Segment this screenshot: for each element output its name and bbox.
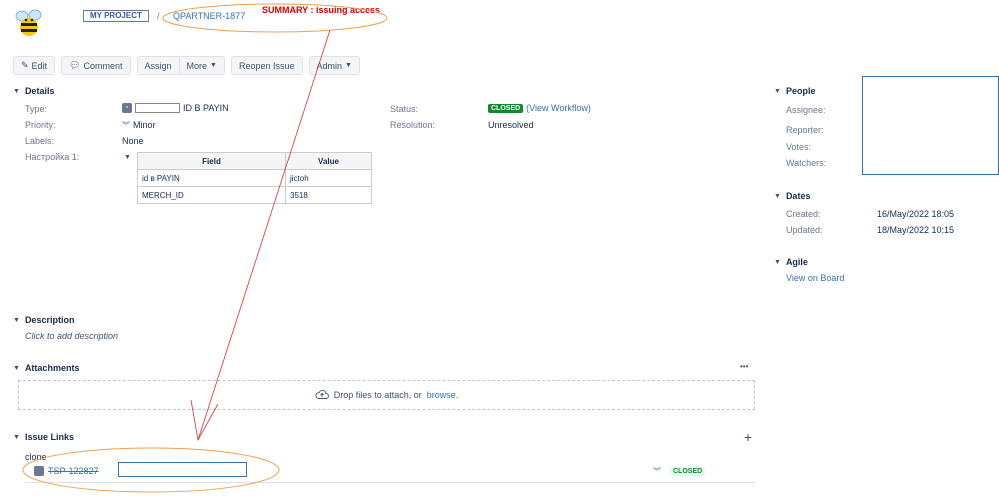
priority-value[interactable]: ︾ Minor <box>122 120 156 131</box>
updated-label: Updated: <box>786 225 823 235</box>
chevron-down-icon: ▼ <box>210 62 217 69</box>
chevron-down-icon: ▼ <box>774 258 781 266</box>
project-logo-icon[interactable] <box>14 8 44 38</box>
issue-key-link[interactable]: QPARTNER-1877 <box>173 11 245 21</box>
custom-field-table: Field Value id в PAYIN jictoh MERCH_ID 3… <box>137 152 372 204</box>
chevron-down-icon: ▼ <box>345 62 352 69</box>
project-breadcrumb-link[interactable]: MY PROJECT <box>83 10 149 22</box>
chevron-down-icon: ▼ <box>774 192 781 200</box>
reporter-label: Reporter: <box>786 125 824 135</box>
status-value: CLOSED (View Workflow) <box>488 103 591 113</box>
redacted-box <box>135 103 180 113</box>
custom-field-label: Настройка 1: <box>25 152 80 162</box>
priority-label: Priority: <box>25 120 56 130</box>
summary-annotation: SUMMARY : issuing access <box>262 5 381 15</box>
annotation-arrow-line <box>197 29 331 441</box>
comment-button[interactable]: 💬︎ Comment <box>61 56 131 75</box>
resolution-label: Resolution: <box>390 120 436 130</box>
attachments-more-icon[interactable]: ••• <box>740 362 748 371</box>
description-placeholder[interactable]: Click to add description <box>25 331 118 341</box>
watchers-label: Watchers: <box>786 158 827 168</box>
linked-issue-key[interactable]: TSP-122827 <box>48 466 99 476</box>
type-value[interactable]: ▫ ID B PAYIN <box>122 103 229 113</box>
people-section-toggle[interactable]: ▼ People <box>774 86 815 96</box>
dates-section-toggle[interactable]: ▼ Dates <box>774 191 810 201</box>
table-cell: MERCH_ID <box>137 186 286 204</box>
created-label: Created: <box>786 209 821 219</box>
chevron-down-icon: ▼ <box>13 87 20 95</box>
assignee-label: Assignee: <box>786 105 826 115</box>
view-workflow-link[interactable]: (View Workflow) <box>526 103 591 113</box>
created-value: 16/May/2022 18:05 <box>877 209 955 219</box>
redacted-people-box <box>862 76 999 175</box>
table-header: Field <box>137 152 286 170</box>
votes-label: Votes: <box>786 142 812 152</box>
divider <box>25 482 755 483</box>
issue-type-icon: ▫ <box>122 103 132 113</box>
issue-links-section-toggle[interactable]: ▼ Issue Links <box>13 432 74 442</box>
table-header: Value <box>285 152 372 170</box>
priority-minor-icon: ︾ <box>653 467 661 476</box>
priority-minor-icon: ︾ <box>122 121 130 130</box>
admin-dropdown[interactable]: Admin ▼ <box>308 56 360 75</box>
cloud-upload-icon <box>315 389 329 402</box>
link-relation-label: clone <box>25 452 47 462</box>
labels-label: Labels: <box>25 136 55 146</box>
add-link-button[interactable]: + <box>744 429 752 445</box>
status-label: Status: <box>390 104 419 114</box>
breadcrumb-separator: / <box>157 11 160 21</box>
updated-value: 18/May/2022 10:15 <box>877 225 955 235</box>
comment-icon: 💬︎ <box>69 60 81 70</box>
edit-button[interactable]: ✎ Edit <box>13 56 56 75</box>
resolution-value: Unresolved <box>488 120 534 130</box>
chevron-down-icon: ▼ <box>13 316 20 324</box>
details-section-toggle[interactable]: ▼ Details <box>13 86 54 96</box>
annotation-overlay <box>22 3 388 493</box>
status-badge: CLOSED <box>488 103 524 113</box>
attachment-dropzone[interactable]: Drop files to attach, or browse. <box>18 380 755 410</box>
chevron-down-icon: ▼ <box>774 87 781 95</box>
table-row: id в PAYIN jictoh <box>137 169 372 187</box>
table-cell: 3518 <box>285 186 372 204</box>
labels-value[interactable]: None <box>122 136 144 146</box>
pencil-icon: ✎ <box>21 60 29 70</box>
table-row: MERCH_ID 3518 <box>137 186 372 204</box>
type-label: Type: <box>25 104 48 114</box>
linked-status-badge: CLOSED <box>670 467 706 476</box>
assign-more-group: Assign More ▼ <box>136 56 225 75</box>
chevron-down-icon[interactable]: ▼ <box>124 154 131 161</box>
issue-type-icon <box>34 466 44 476</box>
more-dropdown[interactable]: More ▼ <box>179 56 225 75</box>
reopen-issue-button[interactable]: Reopen Issue <box>230 56 303 75</box>
table-cell: id в PAYIN <box>137 169 286 187</box>
issue-toolbar: ✎ Edit 💬︎ Comment Assign More ▼ Reopen I… <box>13 56 360 75</box>
description-section-toggle[interactable]: ▼ Description <box>13 315 74 325</box>
attachments-section-toggle[interactable]: ▼ Attachments <box>13 363 79 373</box>
chevron-down-icon: ▼ <box>13 364 20 372</box>
browse-link[interactable]: browse. <box>427 390 459 400</box>
agile-section-toggle[interactable]: ▼ Agile <box>774 257 808 267</box>
table-cell: jictoh <box>285 169 372 187</box>
assign-button[interactable]: Assign <box>136 56 180 75</box>
chevron-down-icon: ▼ <box>13 433 20 441</box>
redacted-summary-box <box>118 462 247 477</box>
view-on-board-link[interactable]: View on Board <box>786 273 844 283</box>
